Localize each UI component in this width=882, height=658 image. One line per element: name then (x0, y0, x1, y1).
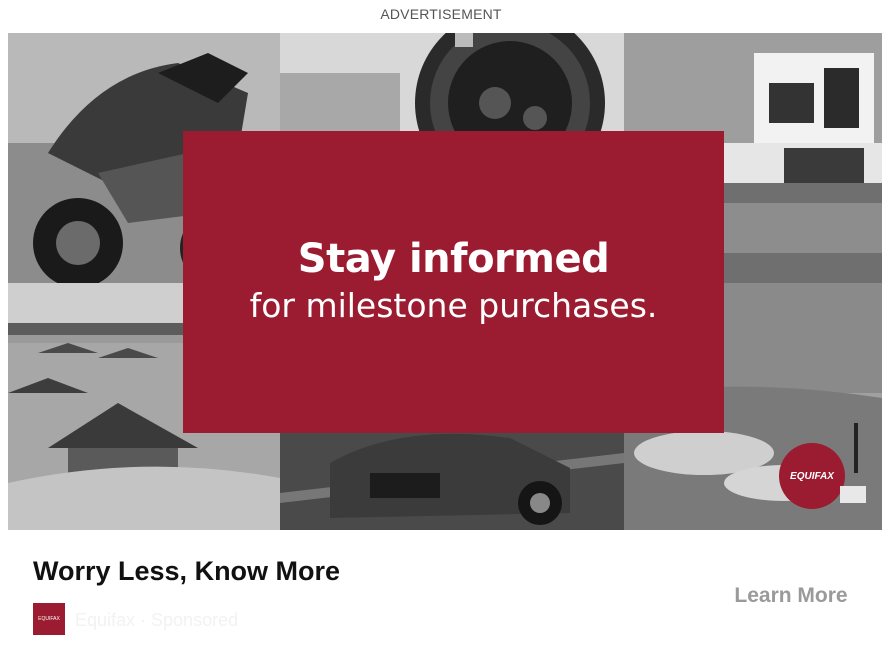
promo-headline: Stay informed (297, 236, 610, 282)
sports-car-photo (280, 433, 624, 530)
promo-box: Stay informed for milestone purchases. (183, 131, 724, 433)
equifax-logo-badge: EQUIFAX (779, 443, 845, 509)
ad-title[interactable]: Worry Less, Know More (33, 556, 340, 587)
ad-info-icon[interactable] (840, 486, 866, 503)
watch-photo (280, 33, 624, 131)
ad-creative-image[interactable]: Stay informed for milestone purchases. E… (8, 33, 882, 530)
sponsor-logo[interactable]: EQUIFAX (33, 603, 65, 635)
promo-subheadline: for milestone purchases. (249, 286, 658, 325)
sponsor-text[interactable]: Equifax · Sponsored (75, 610, 238, 631)
learn-more-button[interactable]: Learn More (714, 580, 868, 612)
advertisement-label: ADVERTISEMENT (380, 6, 502, 22)
